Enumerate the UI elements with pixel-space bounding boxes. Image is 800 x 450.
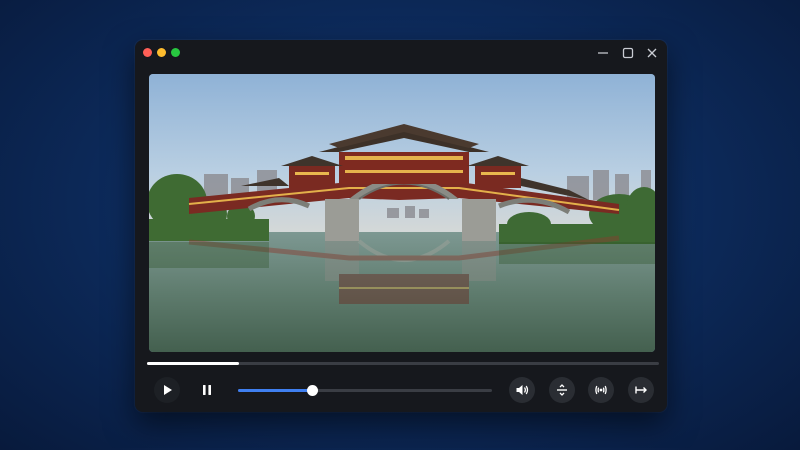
expand-button[interactable] xyxy=(628,377,654,403)
desktop-background xyxy=(2,2,798,448)
pause-button[interactable] xyxy=(194,377,220,403)
timeline-progress-track[interactable] xyxy=(147,362,659,365)
broadcast-icon xyxy=(595,385,607,395)
volume-icon xyxy=(516,385,529,395)
title-bar xyxy=(135,40,667,66)
zoom-traffic-light[interactable] xyxy=(171,48,180,57)
close-traffic-light[interactable] xyxy=(143,48,152,57)
broadcast-button[interactable] xyxy=(588,377,614,403)
play-icon xyxy=(164,385,172,395)
minimize-icon[interactable] xyxy=(594,44,612,62)
minimize-traffic-light[interactable] xyxy=(157,48,166,57)
play-button[interactable] xyxy=(154,377,180,403)
seek-slider-fill xyxy=(238,389,312,392)
pause-icon xyxy=(203,385,211,395)
split-horizontal-icon xyxy=(557,384,567,396)
split-button[interactable] xyxy=(549,377,575,403)
video-frame[interactable] xyxy=(149,74,655,352)
maximize-icon[interactable] xyxy=(619,44,637,62)
volume-button[interactable] xyxy=(509,377,535,403)
expand-horizontal-icon xyxy=(635,386,647,394)
bridge-scene-image xyxy=(149,74,655,352)
close-icon[interactable] xyxy=(643,44,661,62)
video-player-window xyxy=(135,40,667,412)
seek-slider-thumb[interactable] xyxy=(306,385,318,396)
timeline-progress-fill xyxy=(147,362,240,365)
seek-slider[interactable] xyxy=(238,385,492,396)
